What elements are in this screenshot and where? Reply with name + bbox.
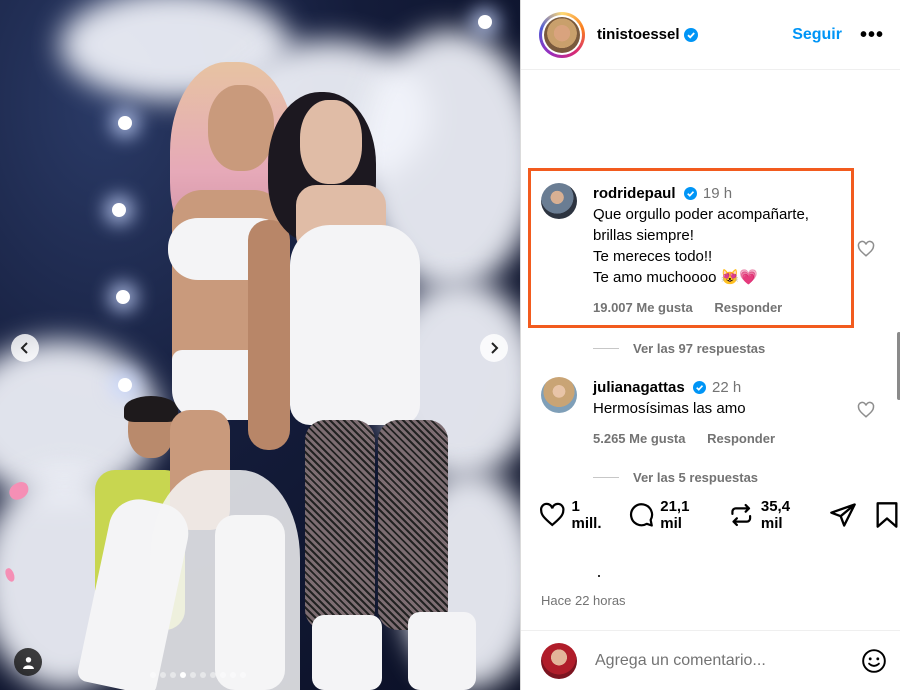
user-tag-button[interactable] — [14, 648, 42, 676]
view-replies-label[interactable]: Ver las 5 respuestas — [633, 470, 758, 485]
replies-divider — [593, 348, 619, 349]
performer-boot — [408, 612, 476, 690]
performer-face — [300, 100, 362, 184]
post-photo[interactable] — [0, 0, 520, 690]
comment-body: julianagattas 22 h Hermosísimas las amo … — [593, 377, 793, 449]
commenter-avatar[interactable] — [541, 377, 577, 413]
avatar-image — [544, 16, 580, 53]
likes-count[interactable]: 1 mill. — [572, 498, 612, 532]
comment-text-line: Te mereces todo!! — [593, 248, 713, 265]
comment-item: julianagattas 22 h Hermosísimas las amo … — [541, 377, 881, 449]
comment-time[interactable]: 22 h — [712, 379, 741, 396]
commenter-avatar[interactable] — [541, 183, 577, 219]
comment-text-line: Te amo muchoooo 😻💗 — [593, 269, 758, 286]
carousel-dot — [190, 672, 196, 678]
performer-fishnets — [305, 420, 375, 630]
bookmark-icon — [876, 502, 898, 528]
share-button[interactable] — [829, 501, 857, 529]
like-button[interactable]: 1 mill. — [539, 498, 612, 532]
follow-button[interactable]: Seguir — [792, 26, 842, 44]
comment-item: rodridepaul 19 h Que orgullo poder acomp… — [541, 183, 881, 318]
view-replies-button[interactable]: Ver las 97 respuestas — [593, 341, 765, 356]
post-actions-bar: 1 mill. 21,1 mil 35,4 mil — [539, 498, 900, 532]
comment-body: rodridepaul 19 h Que orgullo poder acomp… — [593, 183, 809, 318]
carousel-dot — [160, 672, 166, 678]
comment-composer — [521, 630, 900, 690]
comments-count[interactable]: 21,1 mil — [660, 498, 712, 532]
carousel-dot — [220, 672, 226, 678]
performer-fishnets — [378, 420, 448, 630]
user-tag-icon — [22, 656, 34, 669]
view-replies-button[interactable]: Ver las 5 respuestas — [593, 470, 758, 485]
reposts-count[interactable]: 35,4 mil — [761, 498, 813, 532]
avatar-frame — [542, 14, 582, 55]
emoji-icon[interactable] — [861, 648, 887, 674]
commenter-username[interactable]: rodridepaul — [593, 185, 676, 202]
comment-icon — [629, 503, 653, 527]
comment-meta: 19.007 Me gusta Responder — [593, 297, 809, 318]
performer-corset — [290, 225, 420, 425]
performer-arm — [248, 220, 290, 450]
stage-light — [478, 15, 492, 29]
comment-button[interactable]: 21,1 mil — [628, 498, 713, 532]
carousel-dot — [200, 672, 206, 678]
comment-reply-button[interactable]: Responder — [714, 300, 782, 315]
carousel-next-button[interactable] — [480, 334, 508, 362]
repost-button[interactable]: 35,4 mil — [728, 498, 813, 532]
comment-likes-count[interactable]: 19.007 Me gusta — [593, 300, 693, 315]
comment-reply-button[interactable]: Responder — [707, 431, 775, 446]
performer-face — [208, 85, 274, 171]
share-icon — [830, 503, 856, 527]
carousel-dot — [180, 672, 186, 678]
carousel-dot — [210, 672, 216, 678]
separator-dot — [598, 575, 600, 577]
stage-light — [112, 203, 126, 217]
comment-time[interactable]: 19 h — [703, 185, 732, 202]
repost-icon — [731, 503, 752, 527]
comment-text-line: Hermosísimas las amo — [593, 400, 746, 417]
dancer-hair — [124, 396, 178, 422]
comment-like-heart-icon[interactable] — [857, 401, 875, 419]
comment-text-line: brillas siempre! — [593, 227, 694, 244]
post-timestamp[interactable]: Hace 22 horas — [541, 593, 626, 608]
more-options-button[interactable]: ••• — [860, 25, 884, 45]
verified-icon — [683, 27, 698, 42]
stage-light — [116, 290, 130, 304]
author-username[interactable]: tinistoessel — [597, 26, 680, 43]
comment-meta: 5.265 Me gusta Responder — [593, 428, 793, 449]
carousel-prev-button[interactable] — [11, 334, 39, 362]
carousel-dot — [240, 672, 246, 678]
comment-text-line: Que orgullo poder acompañarte, — [593, 206, 809, 223]
verified-icon — [692, 381, 706, 394]
comment-like-heart-icon[interactable] — [857, 240, 875, 258]
carousel-dot — [170, 672, 176, 678]
comment-input[interactable] — [595, 651, 861, 670]
verified-icon — [683, 187, 697, 200]
carousel-dot — [150, 672, 156, 678]
post-side-panel: tinistoessel Seguir ••• rodridepaul 19 h… — [520, 0, 900, 690]
chevron-right-icon — [491, 342, 499, 354]
performer-skirt-tulle — [150, 470, 300, 690]
comment-likes-count[interactable]: 5.265 Me gusta — [593, 431, 686, 446]
carousel-indicator — [150, 672, 246, 678]
commenter-username[interactable]: julianagattas — [593, 379, 685, 396]
comments-list[interactable]: rodridepaul 19 h Que orgullo poder acomp… — [521, 70, 900, 497]
heart-icon — [540, 502, 565, 527]
current-user-avatar[interactable] — [541, 642, 577, 679]
stage-light — [118, 116, 132, 130]
performer-boot — [312, 615, 382, 690]
stage-light — [118, 378, 132, 392]
view-replies-label[interactable]: Ver las 97 respuestas — [633, 341, 765, 356]
chevron-left-icon — [20, 342, 28, 354]
author-avatar[interactable] — [539, 11, 585, 58]
post-header: tinistoessel Seguir ••• — [521, 0, 900, 70]
carousel-dot — [230, 672, 236, 678]
replies-divider — [593, 477, 619, 478]
save-button[interactable] — [873, 501, 900, 529]
